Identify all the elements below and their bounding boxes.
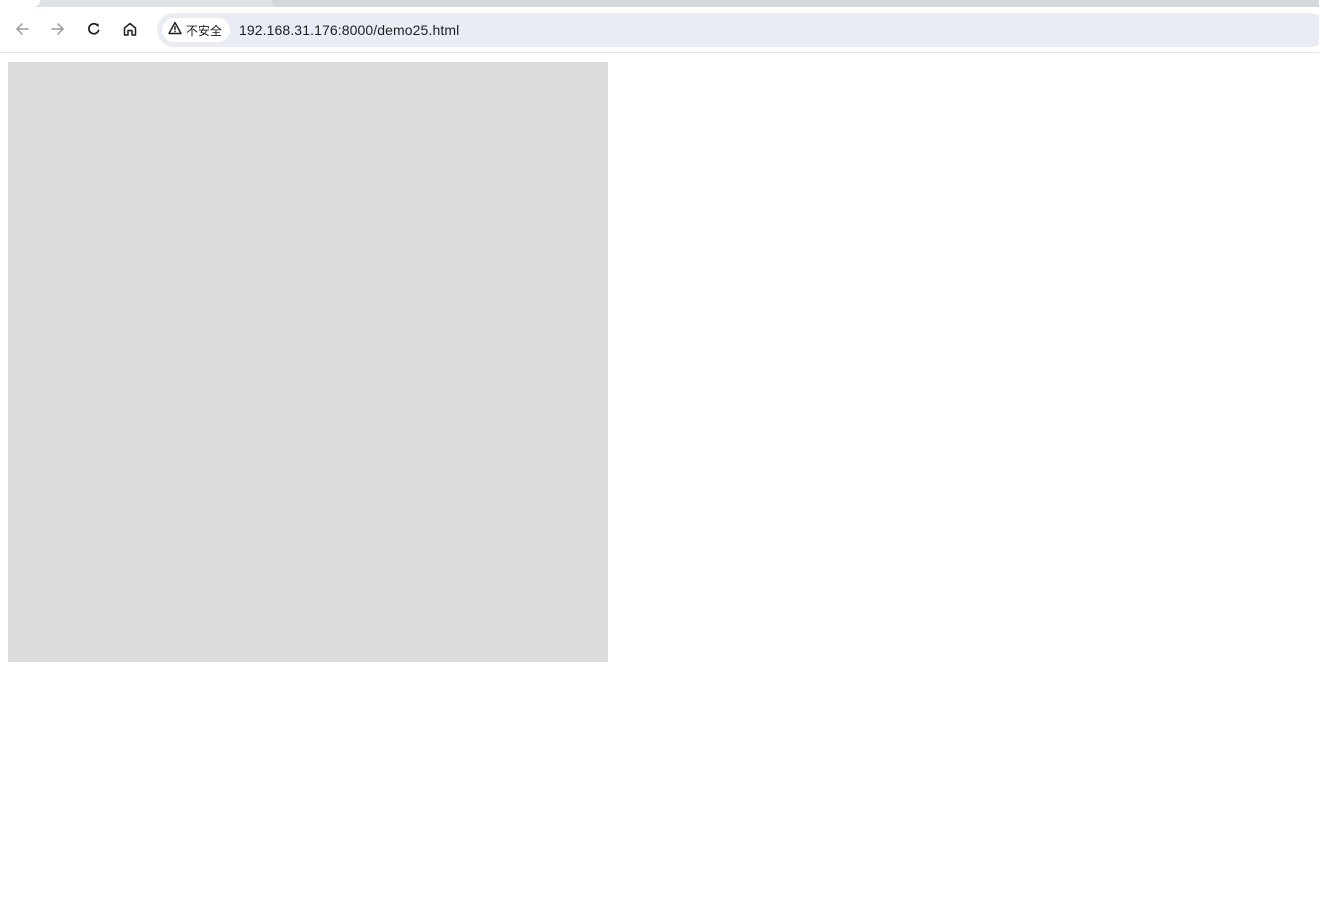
- reload-button[interactable]: [78, 13, 110, 45]
- reload-icon: [86, 21, 102, 37]
- tab-strip: [0, 0, 1319, 7]
- page-viewport: [0, 54, 1319, 910]
- home-button[interactable]: [114, 13, 146, 45]
- home-icon: [122, 21, 138, 37]
- address-bar[interactable]: 不安全 192.168.31.176:8000/demo25.html: [157, 13, 1319, 47]
- warning-triangle-icon: [168, 21, 182, 40]
- browser-toolbar: 不安全 192.168.31.176:8000/demo25.html: [0, 7, 1319, 53]
- forward-button[interactable]: [42, 13, 74, 45]
- active-tab[interactable]: [0, 0, 40, 7]
- arrow-right-icon: [50, 21, 66, 37]
- security-label: 不安全: [186, 23, 223, 38]
- gray-box: [8, 62, 608, 662]
- arrow-left-icon: [14, 21, 30, 37]
- url-text[interactable]: 192.168.31.176:8000/demo25.html: [239, 22, 459, 38]
- back-button[interactable]: [6, 13, 38, 45]
- security-chip[interactable]: 不安全: [162, 18, 231, 42]
- inactive-tab[interactable]: [272, 0, 1319, 7]
